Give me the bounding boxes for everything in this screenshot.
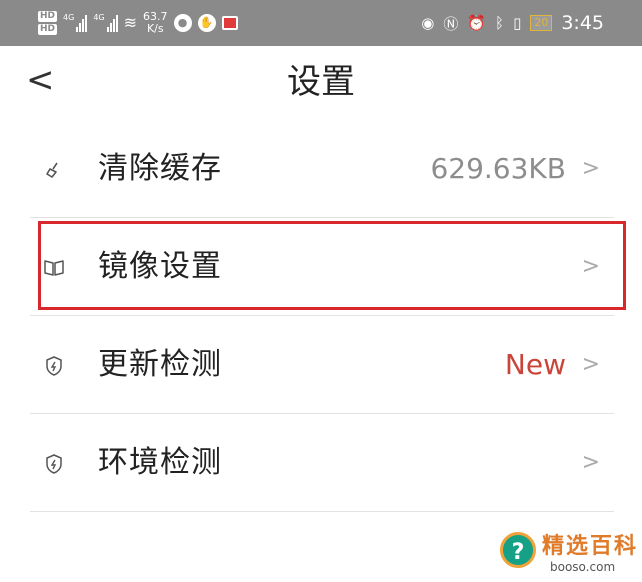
status-left: HD HD 4G 4G ≋ 63.7 K/s ● ✋ [38, 6, 238, 40]
signal-icon: 4G [93, 13, 118, 32]
status-right: ◉ Ⓝ ⏰ ᛒ ▯ 20 3:45 [421, 10, 604, 36]
watermark-url: booso.com [550, 560, 616, 574]
row-label: 环境检测 [98, 445, 222, 480]
watermark-brand: 精选百科 [542, 534, 639, 559]
page-title: 设置 [287, 62, 355, 102]
hd-indicators: HD HD [38, 11, 58, 35]
globe-icon: ● [173, 14, 192, 32]
settings-row-clear-cache[interactable]: 清除缓存 629.63KB > [30, 120, 614, 218]
shield-icon [40, 352, 68, 380]
hand-icon: ✋ [197, 14, 216, 32]
speed-unit: K/s [146, 22, 164, 35]
wifi-icon: ≋ [123, 13, 138, 32]
network-speed: 63.7 K/s [143, 11, 168, 35]
mirror-icon [40, 254, 68, 282]
watermark: ? 精选百科 booso.com [486, 522, 642, 582]
chevron-right-icon: > [581, 156, 600, 181]
settings-row-mirror[interactable]: 镜像设置 > [30, 218, 614, 316]
hd-icon: HD [38, 11, 58, 22]
row-label: 更新检测 [98, 347, 222, 382]
eye-icon: ◉ [421, 14, 435, 32]
alarm-icon: ⏰ [467, 14, 487, 32]
broom-icon [40, 156, 68, 184]
settings-row-update-check[interactable]: 更新检测 New > [30, 316, 614, 414]
clock: 3:45 [561, 12, 604, 34]
row-label: 镜像设置 [98, 249, 222, 284]
cache-size: 629.63KB [430, 152, 566, 185]
nfc-icon: Ⓝ [443, 14, 459, 33]
vibrate-icon: ▯ [513, 14, 522, 32]
chevron-right-icon: > [581, 450, 600, 475]
row-label: 清除缓存 [98, 151, 222, 186]
chevron-right-icon: > [581, 352, 600, 377]
new-badge: New [504, 348, 566, 381]
status-bar: HD HD 4G 4G ≋ 63.7 K/s ● ✋ ◉ Ⓝ ⏰ ᛒ ▯ 20 … [0, 0, 642, 46]
chevron-right-icon: > [581, 254, 600, 279]
sim2-label: 4G [93, 13, 105, 22]
signal-icon: 4G [63, 13, 88, 32]
settings-row-environment-check[interactable]: 环境检测 > [30, 414, 614, 512]
page-header: < 设置 [0, 46, 642, 120]
hd-icon: HD [38, 24, 58, 35]
battery-icon: 20 [530, 15, 553, 31]
shield-icon [40, 450, 68, 478]
sim1-label: 4G [63, 13, 75, 22]
bluetooth-icon: ᛒ [495, 14, 505, 32]
notification-icon [221, 16, 238, 30]
question-icon: ? [500, 532, 536, 568]
